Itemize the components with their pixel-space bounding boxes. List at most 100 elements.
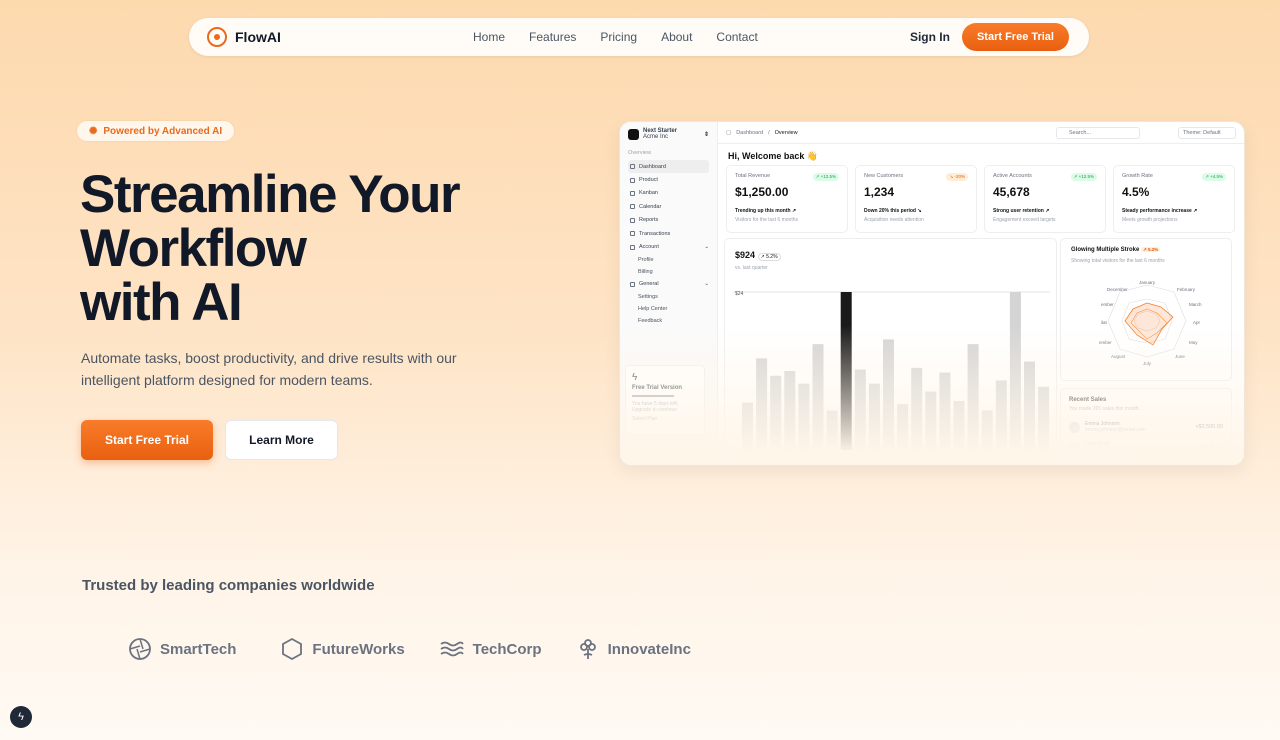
metric-card: Active Accounts 45,678 ↗ +12.5% Strong u… [984,165,1106,233]
sparkle-icon: ✺ [89,125,98,137]
reports-icon [630,217,635,223]
sales-title: Recent Sales [1069,397,1107,403]
kanban-icon [630,190,635,196]
trial-text: You have 5 days left. Upgrade to continu… [632,401,679,413]
bar [1024,361,1035,450]
bolt-fab-button[interactable]: ϟ [10,706,32,728]
product-icon [630,177,635,183]
sidebar-item-general[interactable]: General ⌄ [628,278,709,291]
chevron-updown-icon: ⇕ [703,131,709,138]
bar [868,383,880,450]
sales-amount: +$2,500.00 [1195,424,1223,430]
bar [826,410,838,450]
sidebar-subitem-feedback[interactable]: Feedback [628,315,709,327]
sidebar-subitem-settings[interactable]: Settings [628,291,709,303]
sidebar-subitem-billing[interactable]: Billing [628,266,709,278]
bar-chart-card: $924 ↗ 5.2% vs. last quarter $24 [724,238,1057,465]
select-plan-link[interactable]: Select Plan [632,416,698,422]
sidebar-item-label: Reports [639,217,659,224]
bar [1038,386,1050,450]
start-free-trial-button[interactable]: Start Free Trial [81,420,213,460]
nav-start-trial-button[interactable]: Start Free Trial [961,23,1069,51]
chevron-down-icon: ⌄ [704,244,709,251]
radar-label: February [1177,287,1196,292]
company-name: FutureWorks [312,640,405,658]
sidebar-subitem-help-center[interactable]: Help Center [628,303,709,315]
nav-link-features[interactable]: Features [529,30,576,44]
metric-trend: Steady performance increase ↗ [1122,208,1198,214]
dashboard-sidebar: Next Starter Acme Inc ⇕ Overview Dashboar… [620,122,718,465]
bar [854,369,866,450]
hexagon-icon [282,637,303,661]
sidebar-item-label: General [639,281,659,288]
bar [770,375,782,450]
bar [756,358,768,450]
sales-amount: +$100.00 [1199,444,1223,450]
metric-value: 45,678 [993,185,1030,199]
team-switcher[interactable]: Next Starter Acme Inc ⇕ [628,128,709,140]
sales-row[interactable]: Emma Johnson emma.johnson@email.com +$2,5… [1069,421,1223,433]
breadcrumb-dashboard[interactable]: Dashboard [736,130,763,136]
radar-label: ember [1101,302,1114,307]
company-logo-smarttech: SmartTech [128,637,236,661]
bar [981,410,993,450]
bar [798,383,810,450]
search-input[interactable]: Search... [1056,126,1140,139]
badge-label: Powered by Advanced AI [103,125,223,137]
flowai-logo-icon [207,27,227,47]
bar-chart: $24 [733,291,1050,450]
learn-more-button[interactable]: Learn More [225,420,338,460]
sales-row[interactable]: Liam Smith liam.smith@email.com +$100.00 [1069,441,1223,453]
aperture-icon [129,638,151,660]
sidebar-item-reports[interactable]: Reports [628,214,709,227]
team-icon [628,128,639,140]
hero-title: Streamline Your Workflow with AI [80,168,461,332]
nav-link-home[interactable]: Home [473,30,505,44]
company-logos: SmartTech FutureWorks TechCorp InnovateI… [128,637,691,661]
bolt-icon: ϟ [632,372,638,383]
nav-link-about[interactable]: About [661,30,692,44]
radar-label: May [1189,340,1198,345]
welcome-heading: Hi, Welcome back 👋 [728,151,819,161]
navbar: FlowAI Home Features Pricing About Conta… [189,18,1089,56]
ai-badge: ✺ Powered by Advanced AI [76,120,236,142]
radar-label: ilat [1101,320,1108,325]
radar-label: March [1189,302,1202,307]
company-name: InnovateInc [607,640,691,658]
chevron-down-icon: ⌄ [704,281,709,288]
nav-link-pricing[interactable]: Pricing [600,30,637,44]
brand-logo[interactable]: FlowAI [207,27,281,47]
recent-sales-card: Recent Sales You made 265 sales this mon… [1060,388,1232,465]
sidebar-item-label: Account [639,244,659,251]
sidebar-item-account[interactable]: Account ⌄ [628,240,709,253]
sidebar-item-calendar[interactable]: Calendar [628,200,709,213]
dashboard-preview: Next Starter Acme Inc ⇕ Overview Dashboar… [619,121,1245,466]
metric-note: Meets growth projections [1122,217,1178,223]
radar-chart-card: Glowing Multiple Stroke ↗ 5.2% Showing t… [1060,238,1232,381]
radar-chart: January February March Apr May June July… [1099,280,1202,366]
sidebar-item-product[interactable]: Product [628,173,709,186]
sidebar-item-label: Transactions [639,230,671,237]
metric-pill: ↗ +12.5% [1070,173,1097,181]
bar-chart-line-label: $24 [735,291,744,297]
sidebar-item-label: Calendar [639,203,662,210]
sign-in-link[interactable]: Sign In [910,30,950,44]
metric-note: Acquisition needs attention [864,217,924,223]
trial-title: Free Trial Version [632,385,683,391]
metric-note: Visitors for the last 6 months [735,217,798,223]
metric-value: 4.5% [1122,185,1150,199]
theme-select[interactable]: Theme: Default [1178,126,1236,139]
metric-note: Engagement exceed targets [993,217,1056,223]
sidebar-item-kanban[interactable]: Kanban [628,187,709,200]
sidebar-item-dashboard[interactable]: Dashboard [628,160,709,174]
sidebar-item-label: Dashboard [639,163,666,170]
sidebar-item-transactions[interactable]: Transactions [628,227,709,240]
metric-trend: Strong user retention ↗ [993,208,1050,214]
bar [742,402,753,450]
sidebar-subitem-profile[interactable]: Profile [628,254,709,266]
radar-label: Apr [1193,320,1201,325]
nav-link-contact[interactable]: Contact [716,30,757,44]
sidebar-toggle-icon[interactable]: ▢ [726,130,731,136]
hero-title-line: with AI [80,273,243,332]
sidebar-section-label: Overview [628,150,651,156]
